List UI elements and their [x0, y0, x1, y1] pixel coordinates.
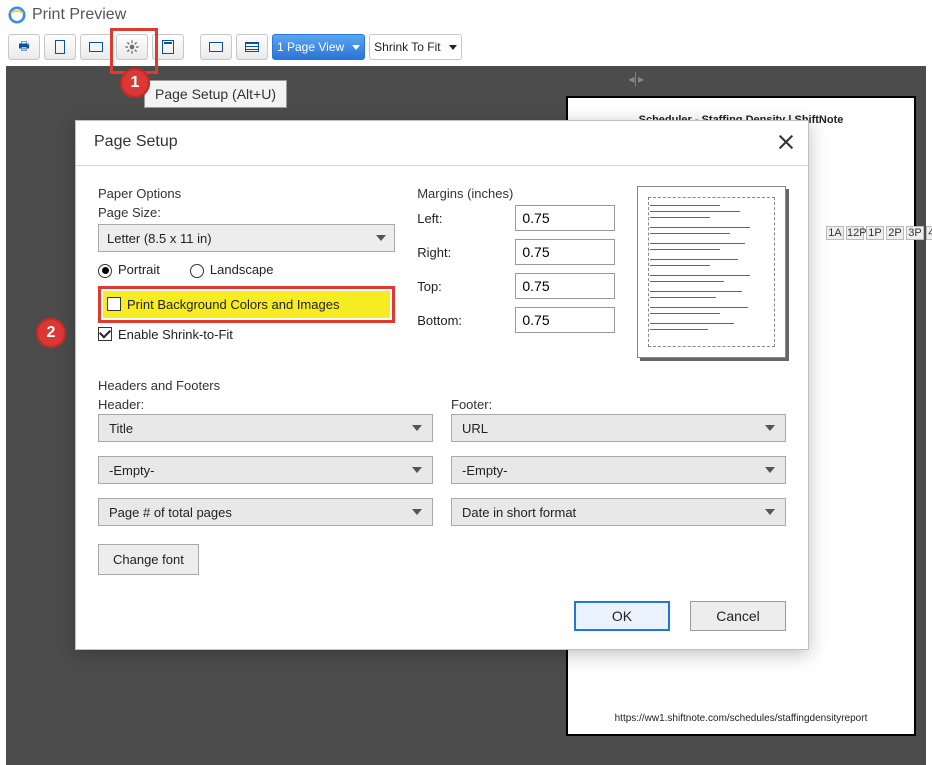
annotation-highlight-2: Print Background Colors and Images — [98, 286, 395, 323]
portrait-radio[interactable]: Portrait — [98, 262, 160, 278]
portrait-button[interactable] — [44, 34, 76, 60]
margin-bottom-label: Bottom: — [417, 313, 462, 328]
dialog-title: Page Setup — [94, 133, 178, 151]
annotation-badge-2: 2 — [36, 318, 66, 348]
margin-top-input[interactable] — [515, 273, 615, 299]
chevron-down-icon — [765, 467, 775, 473]
page-thumbnail — [637, 186, 786, 358]
print-button[interactable]: 🖶 — [8, 34, 40, 60]
margins-group: Margins (inches) Left: Right: Top: Botto… — [417, 186, 615, 358]
header-3-select[interactable]: Page # of total pages — [98, 498, 433, 526]
landscape-button[interactable] — [80, 34, 112, 60]
chevron-down-icon — [412, 425, 422, 431]
chevron-down-icon — [449, 45, 457, 50]
paper-options-label: Paper Options — [98, 186, 395, 201]
close-button[interactable] — [778, 134, 794, 150]
full-page-button[interactable] — [236, 34, 268, 60]
margin-bottom-input[interactable] — [515, 307, 615, 333]
chevron-down-icon — [412, 467, 422, 473]
footer-label: Footer: — [451, 397, 786, 412]
margin-right-input[interactable] — [515, 239, 615, 265]
radio-icon — [98, 264, 112, 278]
drag-handle-icon[interactable]: ◂│▸ — [628, 72, 642, 86]
footer-1-select[interactable]: URL — [451, 414, 786, 442]
headers-footers-label: Headers and Footers — [98, 378, 786, 393]
full-width-button[interactable] — [200, 34, 232, 60]
margin-left-input[interactable] — [515, 205, 615, 231]
print-background-checkbox[interactable]: Print Background Colors and Images — [107, 297, 339, 312]
zoom-select[interactable]: Shrink To Fit — [369, 34, 461, 60]
header-label: Header: — [98, 397, 433, 412]
margin-right-label: Right: — [417, 245, 451, 260]
preview-col-headers: 1A 12P 1P 2P 3P 4P 5P 6P — [826, 226, 932, 240]
page-size-value: Letter (8.5 x 11 in) — [107, 231, 212, 246]
chevron-down-icon — [765, 509, 775, 515]
preview-page-url: https://ww1.shiftnote.com/schedules/staf… — [568, 713, 914, 724]
chevron-down-icon — [376, 235, 386, 241]
window-title-bar: Print Preview — [0, 0, 932, 24]
footer-3-select[interactable]: Date in short format — [451, 498, 786, 526]
landscape-radio[interactable]: Landscape — [190, 262, 274, 278]
window-title: Print Preview — [32, 6, 126, 24]
page-size-select[interactable]: Letter (8.5 x 11 in) — [98, 224, 395, 252]
checkbox-icon — [107, 297, 121, 311]
shrink-to-fit-checkbox[interactable]: Enable Shrink-to-Fit — [98, 327, 395, 342]
change-font-button[interactable]: Change font — [98, 544, 199, 575]
margin-left-label: Left: — [417, 211, 442, 226]
page-view-label: 1 Page View — [277, 40, 344, 54]
page-view-select[interactable]: 1 Page View — [272, 34, 365, 60]
cancel-button[interactable]: Cancel — [690, 601, 786, 631]
header-1-select[interactable]: Title — [98, 414, 433, 442]
ie-icon — [8, 6, 26, 24]
paper-options-group: Paper Options Page Size: Letter (8.5 x 1… — [98, 186, 395, 358]
chevron-down-icon — [352, 45, 360, 50]
checkbox-icon — [98, 327, 112, 341]
margins-label: Margins (inches) — [417, 186, 615, 201]
radio-icon — [190, 264, 204, 278]
chevron-down-icon — [765, 425, 775, 431]
zoom-label: Shrink To Fit — [374, 40, 440, 54]
ok-button[interactable]: OK — [574, 601, 670, 631]
footer-2-select[interactable]: -Empty- — [451, 456, 786, 484]
margin-top-label: Top: — [417, 279, 442, 294]
page-setup-dialog: Page Setup Paper Options Page Size: Lett… — [75, 120, 809, 650]
header-2-select[interactable]: -Empty- — [98, 456, 433, 484]
tooltip: Page Setup (Alt+U) — [144, 80, 287, 108]
chevron-down-icon — [412, 509, 422, 515]
page-size-label: Page Size: — [98, 205, 395, 220]
annotation-badge-1: 1 — [120, 68, 150, 98]
